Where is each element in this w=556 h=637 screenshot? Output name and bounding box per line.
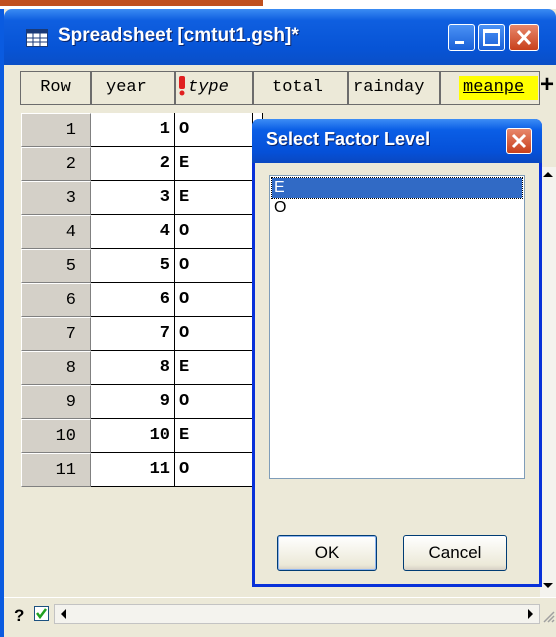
row-number-cell[interactable]: 8	[21, 351, 91, 385]
column-header-label: Row	[40, 78, 71, 97]
year-cell[interactable]: 3	[91, 181, 175, 215]
close-icon	[511, 133, 527, 149]
year-cell[interactable]: 4	[91, 215, 175, 249]
row-number-cell[interactable]: 4	[21, 215, 91, 249]
type-cell[interactable]: O	[175, 249, 253, 283]
maximize-icon	[483, 29, 500, 46]
list-item[interactable]: E	[271, 177, 523, 199]
row-number-cell[interactable]: 10	[21, 419, 91, 453]
spreadsheet-icon	[26, 29, 48, 47]
scroll-down-icon[interactable]	[540, 577, 556, 593]
type-cell[interactable]: E	[175, 351, 253, 385]
scroll-left-icon[interactable]	[56, 606, 72, 622]
column-header-meanpe[interactable]: meanpe	[440, 71, 540, 105]
year-cell[interactable]: 5	[91, 249, 175, 283]
year-cell[interactable]: 8	[91, 351, 175, 385]
scroll-right-icon[interactable]	[522, 606, 538, 622]
select-factor-level-dialog: Select Factor Level EO OK Cancel	[252, 119, 542, 587]
type-cell[interactable]: O	[175, 317, 253, 351]
window-title: Spreadsheet [cmtut1.gsh]*	[58, 25, 299, 46]
resize-grip-icon[interactable]	[540, 604, 556, 624]
column-header-label: total	[272, 78, 324, 97]
type-cell[interactable]: O	[175, 113, 253, 147]
minimize-icon	[455, 41, 464, 44]
status-checkbox[interactable]	[34, 606, 49, 621]
column-header-label: type	[188, 78, 229, 97]
type-cell[interactable]: O	[175, 453, 253, 487]
minimize-button[interactable]	[448, 24, 475, 51]
dialog-title: Select Factor Level	[266, 129, 431, 149]
close-icon	[516, 29, 532, 46]
year-cell[interactable]: 6	[91, 283, 175, 317]
accent-bar	[0, 0, 263, 6]
column-header-type[interactable]: type	[175, 71, 253, 105]
row-number-cell[interactable]: 1	[21, 113, 91, 147]
maximize-button[interactable]	[478, 24, 505, 51]
vertical-scrollbar[interactable]	[540, 167, 556, 599]
type-cell[interactable]: O	[175, 283, 253, 317]
year-cell[interactable]: 7	[91, 317, 175, 351]
add-column-button[interactable]: +	[540, 71, 556, 105]
column-header-label: rainday	[353, 78, 425, 97]
dialog-close-button[interactable]	[506, 128, 532, 154]
row-number-cell[interactable]: 6	[21, 283, 91, 317]
type-cell[interactable]: O	[175, 385, 253, 419]
list-item[interactable]: O	[272, 198, 522, 218]
column-header-label: meanpe	[459, 76, 539, 100]
column-header-total[interactable]: total	[253, 71, 348, 105]
column-header-rainday[interactable]: rainday	[348, 71, 440, 105]
spreadsheet-window: Spreadsheet [cmtut1.gsh]* Row year type …	[0, 9, 556, 637]
row-number-cell[interactable]: 7	[21, 317, 91, 351]
year-cell[interactable]: 1	[91, 113, 175, 147]
row-number-cell[interactable]: 11	[21, 453, 91, 487]
row-number-cell[interactable]: 9	[21, 385, 91, 419]
row-number-cell[interactable]: 3	[21, 181, 91, 215]
help-button[interactable]: ?	[14, 606, 24, 626]
row-number-cell[interactable]: 5	[21, 249, 91, 283]
column-header-year[interactable]: year	[91, 71, 175, 105]
year-cell[interactable]: 11	[91, 453, 175, 487]
type-cell[interactable]: O	[175, 215, 253, 249]
window-titlebar[interactable]: Spreadsheet [cmtut1.gsh]*	[4, 9, 556, 65]
type-cell[interactable]: E	[175, 419, 253, 453]
horizontal-scrollbar[interactable]	[54, 604, 540, 624]
year-cell[interactable]: 2	[91, 147, 175, 181]
scroll-up-icon[interactable]	[540, 167, 556, 183]
column-header-label: year	[106, 78, 147, 97]
ok-button[interactable]: OK	[277, 535, 377, 571]
checkmark-icon	[36, 608, 47, 620]
close-button[interactable]	[509, 24, 539, 51]
year-cell[interactable]: 9	[91, 385, 175, 419]
row-number-cell[interactable]: 2	[21, 147, 91, 181]
status-bar: ?	[4, 597, 556, 637]
type-cell[interactable]: E	[175, 147, 253, 181]
year-cell[interactable]: 10	[91, 419, 175, 453]
cancel-button[interactable]: Cancel	[403, 535, 507, 571]
dialog-titlebar[interactable]: Select Factor Level	[252, 119, 542, 163]
factor-level-list[interactable]: EO	[269, 175, 525, 479]
column-header-row[interactable]: Row	[20, 71, 91, 105]
factor-marker-icon	[179, 76, 185, 96]
type-cell[interactable]: E	[175, 181, 253, 215]
